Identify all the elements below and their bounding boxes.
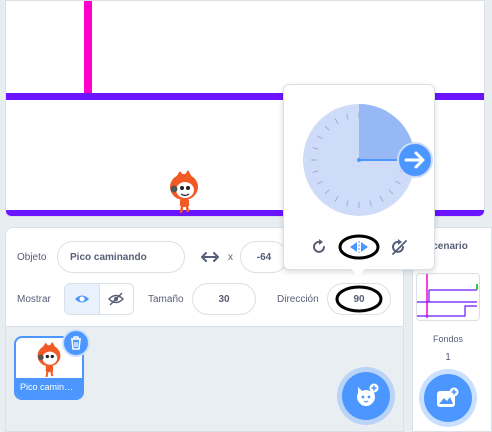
rotate-all-around-button[interactable] [307,237,331,257]
popover-arrow [350,268,366,276]
x-value: -64 [256,251,272,263]
size-input[interactable]: 30 [192,283,256,315]
size-label: Tamaño [148,294,184,305]
dial-center [357,158,361,162]
trash-icon [71,336,81,350]
show-label: Mostrar [17,294,51,305]
x-input[interactable]: -64 [240,241,288,273]
show-button[interactable] [65,284,100,314]
x-arrows-icon [201,252,219,262]
size-value: 30 [218,293,230,305]
hide-button[interactable] [100,284,134,314]
rotate-all-around-icon [313,239,325,253]
annotation-oval [335,285,383,313]
add-sprite-button[interactable] [342,372,390,420]
stage-thumbnail[interactable] [416,273,480,321]
sprite-card-name: Pico caminando [16,378,82,398]
backdrops-label: Fondos [432,334,464,344]
backdrops-count: 1 [445,352,451,363]
sprite-label: Objeto [17,252,47,263]
visibility-toggle [64,283,134,315]
dont-rotate-icon [392,239,407,255]
sprite-name-input[interactable]: Pico caminando [57,241,185,273]
direction-label: Dirección [277,294,319,305]
direction-handle[interactable] [397,142,433,178]
pico-sprite[interactable] [166,169,202,213]
add-backdrop-button[interactable] [424,374,472,422]
annotation-oval-mode [338,234,380,260]
eye-slash-icon [108,292,125,306]
image-plus-icon [437,387,459,407]
cat-plus-icon [357,383,379,406]
delete-sprite-button[interactable] [62,329,90,357]
stage-thumbnail-image [417,274,478,318]
dont-rotate-button[interactable] [387,237,411,257]
x-label: x [228,252,233,263]
eye-icon [74,295,89,303]
sprite-name-value: Pico caminando [70,251,147,263]
pink-wall [84,1,92,93]
pico-thumbnail-image [37,341,61,377]
